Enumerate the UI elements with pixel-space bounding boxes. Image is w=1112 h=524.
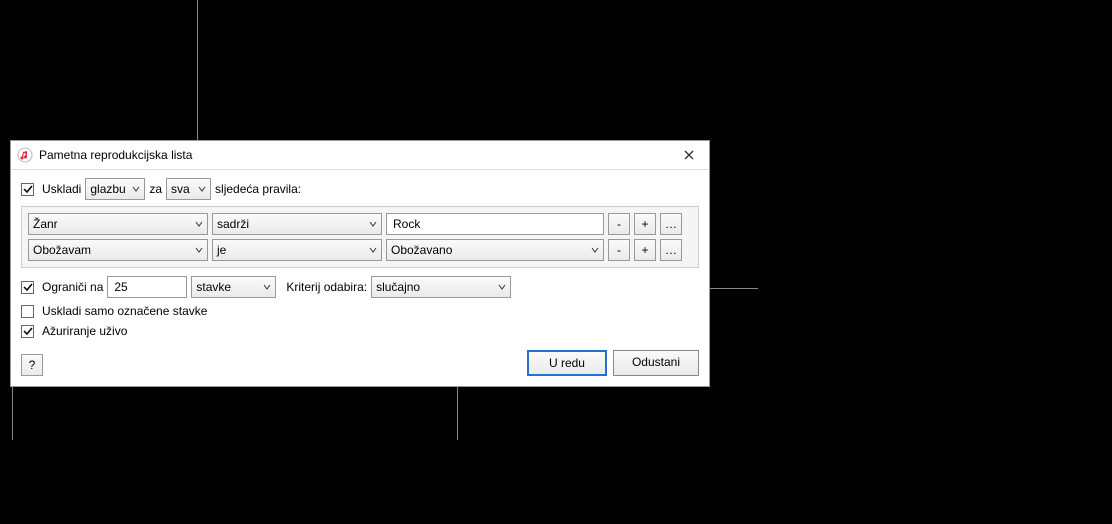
callout-line bbox=[197, 0, 198, 140]
remove-rule-button[interactable]: - bbox=[608, 239, 630, 261]
rule-field-select[interactable]: Obožavam bbox=[28, 239, 208, 261]
limit-unit-select[interactable]: stavke bbox=[191, 276, 276, 298]
live-update-checkbox[interactable] bbox=[21, 325, 34, 338]
titlebar: Pametna reprodukcijska lista bbox=[11, 141, 709, 170]
plus-icon: + bbox=[641, 217, 648, 231]
match-label: Uskladi bbox=[42, 182, 81, 196]
close-icon bbox=[684, 150, 694, 160]
music-app-icon bbox=[17, 147, 33, 163]
match-scope-select[interactable]: sva bbox=[166, 178, 211, 200]
match-checkbox[interactable] bbox=[21, 183, 34, 196]
add-rule-button[interactable]: + bbox=[634, 213, 656, 235]
input-value: 25 bbox=[114, 280, 127, 294]
rule-operator-select[interactable]: je bbox=[212, 239, 382, 261]
select-value: sva bbox=[171, 182, 190, 196]
ellipsis-icon: … bbox=[665, 243, 677, 257]
button-label: U redu bbox=[549, 356, 585, 370]
rule-value-input[interactable]: Rock bbox=[386, 213, 604, 235]
input-value: Rock bbox=[393, 217, 420, 231]
more-rule-button[interactable]: … bbox=[660, 239, 682, 261]
select-value: Obožavano bbox=[391, 243, 452, 257]
for-label: za bbox=[149, 182, 162, 196]
rule-operator-select[interactable]: sadrži bbox=[212, 213, 382, 235]
rules-container: Žanr sadrži Rock - + … Obožavam bbox=[21, 206, 699, 268]
limit-label: Ograniči na bbox=[42, 280, 103, 294]
ellipsis-icon: … bbox=[665, 217, 677, 231]
only-checked-row: Uskladi samo označene stavke bbox=[21, 304, 699, 318]
chevron-down-icon bbox=[369, 243, 377, 257]
add-rule-button[interactable]: + bbox=[634, 239, 656, 261]
limit-checkbox[interactable] bbox=[21, 281, 34, 294]
chevron-down-icon bbox=[498, 280, 506, 294]
criteria-label: Kriterij odabira: bbox=[286, 280, 367, 294]
remove-rule-button[interactable]: - bbox=[608, 213, 630, 235]
chevron-down-icon bbox=[198, 182, 206, 196]
chevron-down-icon bbox=[263, 280, 271, 294]
close-button[interactable] bbox=[675, 145, 703, 165]
plus-icon: + bbox=[641, 243, 648, 257]
live-update-row: Ažuriranje uživo bbox=[21, 324, 699, 338]
dialog-content: Uskladi glazbu za sva sljedeća pravila: … bbox=[11, 170, 709, 386]
select-value: stavke bbox=[196, 280, 231, 294]
help-button[interactable]: ? bbox=[21, 354, 43, 376]
chevron-down-icon bbox=[195, 243, 203, 257]
only-checked-checkbox[interactable] bbox=[21, 305, 34, 318]
rule-row: Žanr sadrži Rock - + … bbox=[28, 213, 692, 235]
criteria-select[interactable]: slučajno bbox=[371, 276, 511, 298]
select-value: slučajno bbox=[376, 280, 420, 294]
rules-suffix-label: sljedeća pravila: bbox=[215, 182, 301, 196]
ok-button[interactable]: U redu bbox=[527, 350, 607, 376]
limit-row: Ograniči na 25 stavke Kriterij odabira: … bbox=[21, 276, 699, 298]
chevron-down-icon bbox=[132, 182, 140, 196]
select-value: glazbu bbox=[90, 182, 125, 196]
only-checked-label: Uskladi samo označene stavke bbox=[42, 304, 207, 318]
rule-row: Obožavam je Obožavano - + … bbox=[28, 239, 692, 261]
chevron-down-icon bbox=[591, 243, 599, 257]
chevron-down-icon bbox=[369, 217, 377, 231]
select-value: sadrži bbox=[217, 217, 249, 231]
live-update-label: Ažuriranje uživo bbox=[42, 324, 127, 338]
button-label: Odustani bbox=[632, 355, 680, 369]
select-value: Žanr bbox=[33, 217, 58, 231]
match-type-select[interactable]: glazbu bbox=[85, 178, 145, 200]
more-rule-button[interactable]: … bbox=[660, 213, 682, 235]
callout-line bbox=[12, 380, 13, 440]
dialog-title: Pametna reprodukcijska lista bbox=[39, 148, 675, 162]
help-icon: ? bbox=[29, 358, 36, 372]
rule-value-select[interactable]: Obožavano bbox=[386, 239, 604, 261]
minus-icon: - bbox=[617, 217, 621, 231]
minus-icon: - bbox=[617, 243, 621, 257]
select-value: Obožavam bbox=[33, 243, 91, 257]
chevron-down-icon bbox=[195, 217, 203, 231]
smart-playlist-dialog: Pametna reprodukcijska lista Uskladi gla… bbox=[10, 140, 710, 387]
limit-value-input[interactable]: 25 bbox=[107, 276, 187, 298]
match-row: Uskladi glazbu za sva sljedeća pravila: bbox=[21, 178, 699, 200]
select-value: je bbox=[217, 243, 226, 257]
rule-field-select[interactable]: Žanr bbox=[28, 213, 208, 235]
cancel-button[interactable]: Odustani bbox=[613, 350, 699, 376]
